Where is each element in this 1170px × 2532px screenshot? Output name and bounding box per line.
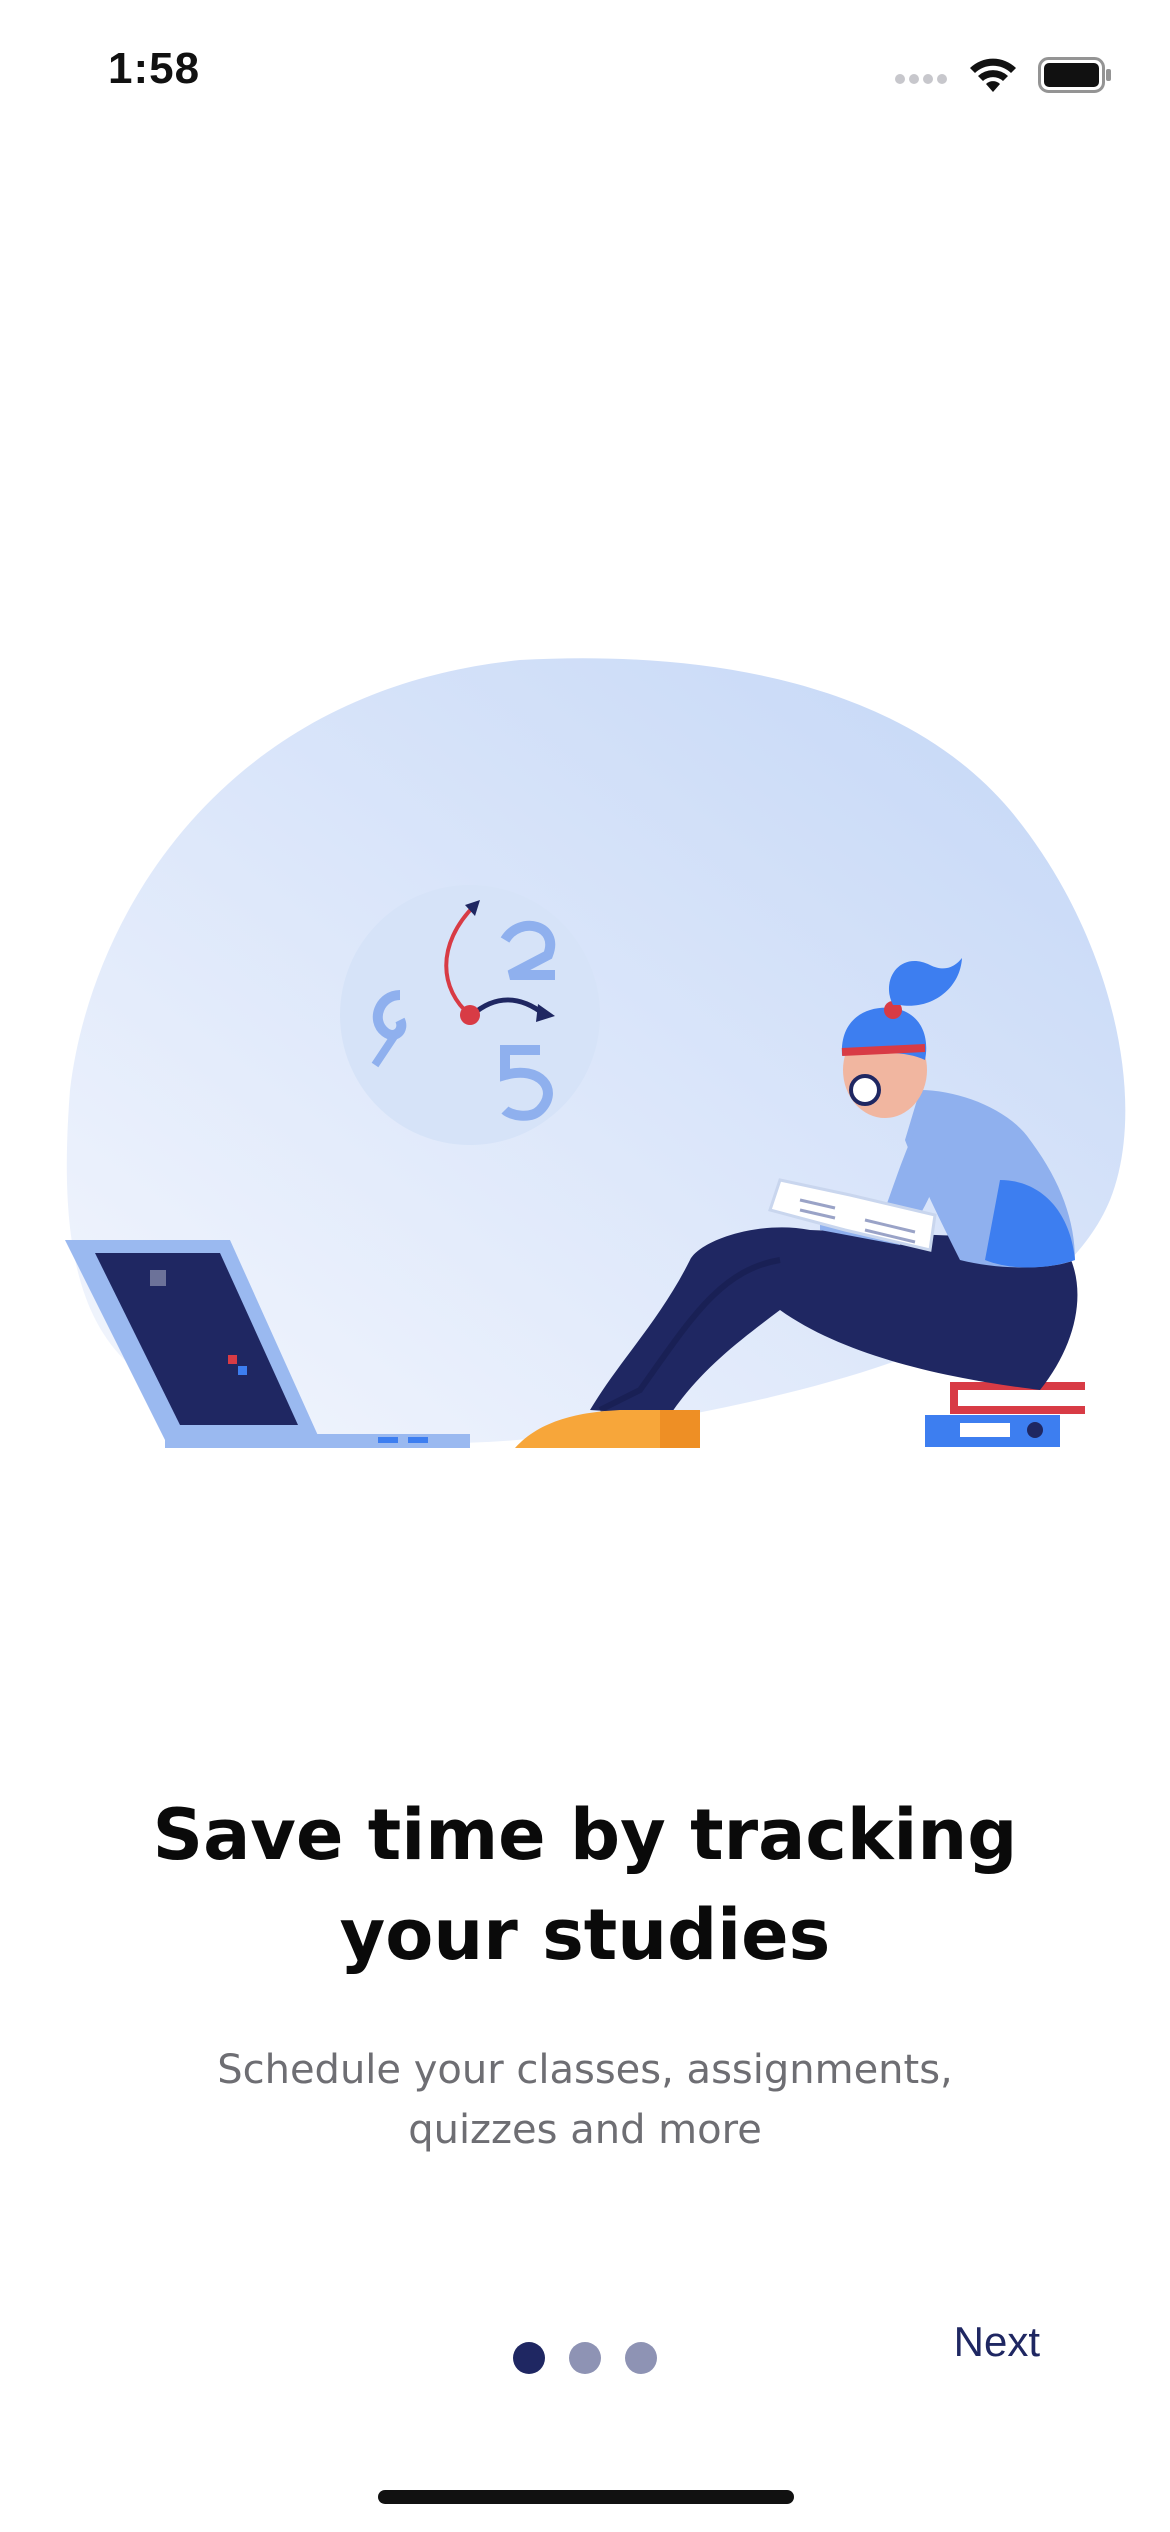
wifi-icon: [970, 58, 1016, 92]
battery-icon: [1038, 57, 1111, 93]
page-dot-1[interactable]: [513, 2342, 545, 2374]
signal-icon: [895, 74, 947, 84]
status-icons: [894, 50, 1112, 100]
onboarding-title: Save time by tracking your studies: [0, 1785, 1170, 1985]
page-indicator: [513, 2342, 657, 2374]
onboarding-subtitle: Schedule your classes, assignments, quiz…: [0, 2040, 1170, 2160]
onboarding-title-line2: your studies: [339, 1894, 831, 1976]
onboarding-subtitle-line2: quizzes and more: [408, 2107, 762, 2153]
page-dot-2[interactable]: [569, 2342, 601, 2374]
page-dot-3[interactable]: [625, 2342, 657, 2374]
next-button[interactable]: Next: [954, 2318, 1040, 2366]
home-indicator[interactable]: [378, 2490, 794, 2504]
onboarding-title-line1: Save time by tracking: [152, 1794, 1018, 1876]
onboarding-subtitle-line1: Schedule your classes, assignments,: [217, 2047, 953, 2093]
books-icon: [925, 1382, 1085, 1447]
study-illustration: [65, 658, 1126, 1448]
status-bar: 1:58: [0, 0, 1170, 150]
status-time: 1:58: [108, 44, 201, 93]
clock-icon: [340, 885, 600, 1145]
